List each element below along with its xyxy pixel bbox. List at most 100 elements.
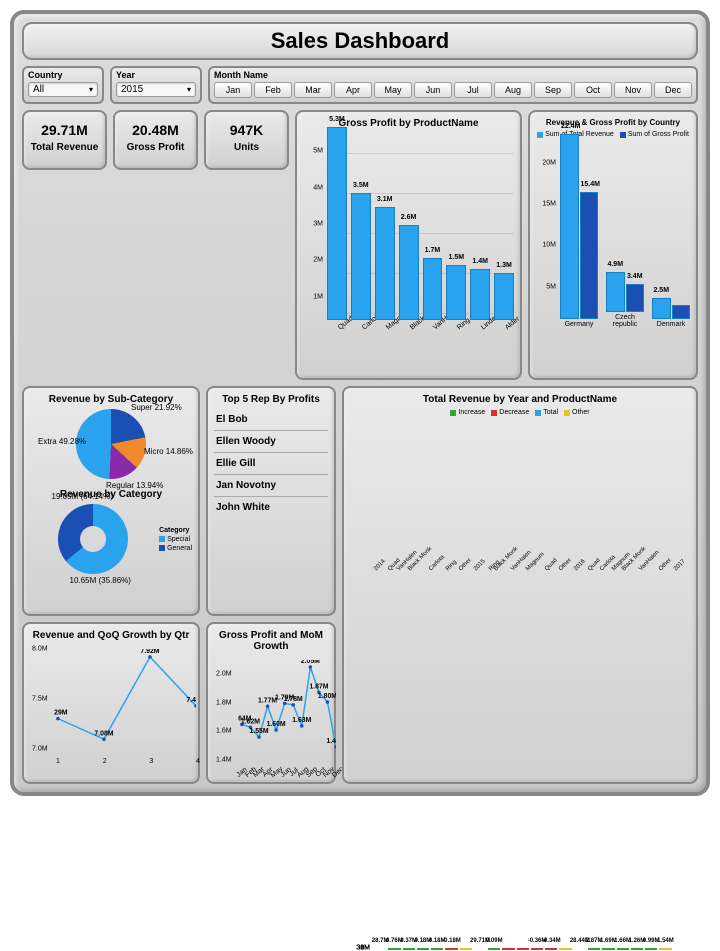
legend: IncreaseDecreaseTotalOther [350, 409, 690, 416]
chart-gp-mom[interactable]: Gross Profit and MoM Growth 2.0M1.8M1.6M… [206, 622, 336, 784]
month-button-dec[interactable]: Dec [654, 82, 692, 98]
list-item[interactable]: John White [214, 497, 328, 518]
month-button-oct[interactable]: Oct [574, 82, 612, 98]
wf-Quad[interactable]: 0.76M Quad [388, 416, 400, 566]
month-button-aug[interactable]: Aug [494, 82, 532, 98]
bar-Magnum[interactable]: 3.1M Magnum [375, 207, 395, 333]
wf-Other[interactable]: Other [559, 416, 571, 566]
wf-Other[interactable]: Other [460, 416, 472, 566]
month-button-may[interactable]: May [374, 82, 412, 98]
year-dropdown[interactable]: 2015 ▾ [116, 82, 196, 97]
chart-rev-gp-country[interactable]: Revenue & Gross Profit by Country Sum of… [528, 110, 698, 380]
wf-Quad[interactable]: -0.34M Quad [545, 416, 557, 566]
month-filter: Month Name JanFebMarAprMayJunJulAugSepOc… [208, 66, 698, 104]
top-reps-panel: Top 5 Rep By Profits El BobEllen WoodyEl… [206, 386, 336, 616]
kpi-0: 29.71M Total Revenue [22, 110, 107, 170]
list-item[interactable]: Ellen Woody [214, 431, 328, 453]
wf-Magnum[interactable]: -0.36M Magnum [531, 416, 543, 566]
wf-2017[interactable]: 2017 [674, 416, 686, 566]
svg-text:7.29M: 7.29M [54, 710, 68, 717]
wf-Carlota[interactable]: 1.69M Carlota [602, 416, 614, 566]
bar-Alder[interactable]: 1.3M Alder [494, 273, 514, 333]
wf-Quad[interactable]: 2.87M Quad [588, 416, 600, 566]
rep-list: El BobEllen WoodyEllie GillJan NovotnyJo… [214, 409, 328, 518]
kpi-value: 947K [206, 122, 287, 138]
kpi-label: Units [206, 142, 287, 153]
month-button-feb[interactable]: Feb [254, 82, 292, 98]
wf-VanHalen[interactable]: 0.99M VanHalen [645, 416, 657, 566]
svg-text:7.08M: 7.08M [94, 730, 113, 737]
month-button-jan[interactable]: Jan [214, 82, 252, 98]
bar-Quad[interactable]: 5.3M Quad [327, 127, 347, 333]
svg-text:7.92M: 7.92M [140, 649, 159, 655]
wf-2016[interactable]: 28.44M 2016 [574, 416, 586, 566]
wf-Black Monk[interactable]: Black Monk [502, 416, 514, 566]
wf-Other[interactable]: 1.54M Other [659, 416, 671, 566]
chart-gp-by-product[interactable]: Gross Profit by ProductName 5M4M3M2M1M 5… [295, 110, 522, 380]
svg-text:1.78M: 1.78M [284, 696, 303, 703]
wf-Carlota[interactable]: 0.18M Carlota [431, 416, 443, 566]
month-button-sep[interactable]: Sep [534, 82, 572, 98]
bar-VanHalen[interactable]: 1.7M VanHalen [423, 258, 443, 333]
wf-2015[interactable]: 29.71M 2015 [474, 416, 486, 566]
list-item[interactable]: Ellie Gill [214, 453, 328, 475]
kpi-value: 20.48M [115, 122, 196, 138]
svg-text:1.87M: 1.87M [309, 683, 328, 690]
wf-VanHalen[interactable]: 0.37M VanHalen [403, 416, 415, 566]
bar-Linder[interactable]: 1.4M Linder [470, 269, 490, 333]
year-label: Year [116, 70, 196, 80]
wf-Ring[interactable]: 0.09M Ring [488, 416, 500, 566]
svg-text:1.60M: 1.60M [267, 721, 286, 728]
wf-Ring[interactable]: -0.18M Ring [445, 416, 457, 566]
svg-text:1.62M: 1.62M [241, 718, 260, 725]
month-button-apr[interactable]: Apr [334, 82, 372, 98]
group-Germany[interactable]: 22.4M 15.4M Germany [560, 129, 598, 328]
group-Denmark[interactable]: 2.5M Denmark [652, 129, 690, 328]
country-label: Country [28, 70, 98, 80]
kpi-2: 947K Units [204, 110, 289, 170]
group-Czech republic[interactable]: 4.9M 3.4M Czech republic [606, 122, 644, 328]
dashboard-frame: Sales Dashboard Country All ▾ Year 2015 … [10, 10, 710, 796]
svg-text:7.42M: 7.42M [186, 697, 196, 704]
year-value: 2015 [121, 84, 143, 95]
svg-text:1.63M: 1.63M [292, 717, 311, 724]
svg-text:1.80M: 1.80M [318, 693, 336, 700]
list-item[interactable]: El Bob [214, 409, 328, 431]
svg-text:2.05M: 2.05M [301, 660, 320, 665]
y-tick: 1M [313, 293, 323, 300]
month-label: Month Name [214, 70, 692, 80]
list-item[interactable]: Jan Novotny [214, 475, 328, 497]
wf-VanHalen[interactable]: VanHalen [517, 416, 529, 566]
bar-Carlota[interactable]: 3.5M Carlota [351, 193, 371, 333]
kpi-1: 20.48M Gross Profit [113, 110, 198, 170]
country-filter: Country All ▾ [22, 66, 104, 104]
kpi-label: Total Revenue [24, 142, 105, 153]
month-button-nov[interactable]: Nov [614, 82, 652, 98]
bar-Ring[interactable]: 1.5M Ring [446, 265, 466, 333]
chart-subcategory-category[interactable]: Revenue by Sub-Category Super 21.92% Mic… [22, 386, 200, 616]
y-tick: 5M [313, 148, 323, 155]
donut-legend: Category SpecialGeneral [159, 527, 192, 552]
wf-Black Monk[interactable]: 1.26M Black Monk [631, 416, 643, 566]
chart-waterfall[interactable]: Total Revenue by Year and ProductName In… [342, 386, 698, 784]
wf-Magnum[interactable]: 1.66M Magnum [617, 416, 629, 566]
title-bar: Sales Dashboard [22, 22, 698, 60]
kpi-label: Gross Profit [115, 142, 196, 153]
chart-rev-qoq[interactable]: Revenue and QoQ Growth by Qtr 8.0M7.5M7.… [22, 622, 200, 784]
y-tick: 2M [313, 257, 323, 264]
country-dropdown[interactable]: All ▾ [28, 82, 98, 97]
year-filter: Year 2015 ▾ [110, 66, 202, 104]
y-tick: 3M [313, 220, 323, 227]
filter-row: Country All ▾ Year 2015 ▾ Month Name Jan… [22, 66, 698, 104]
svg-text:1.55M: 1.55M [249, 728, 268, 735]
month-button-jun[interactable]: Jun [414, 82, 452, 98]
country-value: All [33, 84, 44, 95]
chevron-down-icon: ▾ [89, 85, 93, 94]
chevron-down-icon: ▾ [187, 85, 191, 94]
bar-Black Monk[interactable]: 2.6M Black Monk [399, 225, 419, 333]
month-button-jul[interactable]: Jul [454, 82, 492, 98]
wf-Black Monk[interactable]: 0.18M Black Monk [417, 416, 429, 566]
y-tick: 4M [313, 184, 323, 191]
wf-2014[interactable]: 28.7M 2014 [374, 416, 386, 566]
month-button-mar[interactable]: Mar [294, 82, 332, 98]
